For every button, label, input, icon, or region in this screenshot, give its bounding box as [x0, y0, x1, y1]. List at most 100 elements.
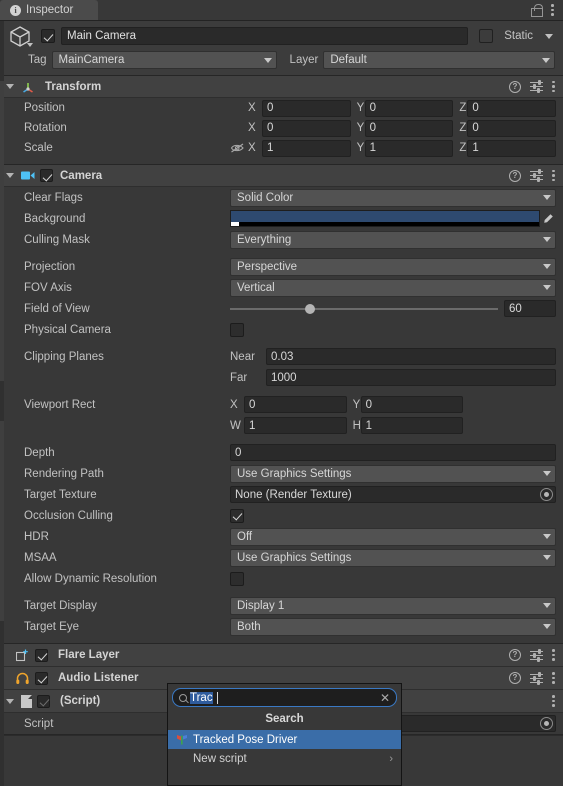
kebab-menu-icon[interactable] [552, 80, 555, 93]
rotation-x-input[interactable]: 0 [262, 119, 351, 137]
transform-header[interactable]: Transform ? [0, 76, 563, 98]
scale-z-input[interactable]: 1 [467, 139, 557, 157]
msaa-dropdown[interactable]: Use Graphics Settings [230, 548, 556, 567]
tab-bar-actions [531, 0, 563, 20]
viewport-h-input[interactable]: 1 [360, 417, 464, 434]
occlusion-culling-checkbox[interactable] [230, 508, 244, 523]
position-z-input[interactable]: 0 [467, 99, 557, 117]
flare-layer-enabled-checkbox[interactable] [35, 648, 48, 662]
projection-dropdown[interactable]: Perspective [230, 257, 556, 276]
target-display-dropdown[interactable]: Display 1 [230, 596, 556, 615]
viewport-x-input[interactable]: 0 [244, 396, 347, 413]
position-label: Position [24, 102, 65, 114]
gameobject-name-input[interactable]: Main Camera [61, 27, 469, 45]
search-result-tracked-pose-driver[interactable]: Tracked Pose Driver [168, 730, 401, 749]
culling-mask-label: Culling Mask [24, 233, 90, 246]
row-occlusion-culling: Occlusion Culling [0, 505, 563, 526]
fov-axis-dropdown[interactable]: Vertical [230, 278, 556, 297]
viewport-y-input[interactable]: 0 [360, 396, 464, 413]
static-dropdown-chevron-icon[interactable] [545, 33, 553, 39]
lock-icon[interactable] [531, 3, 543, 17]
foldout-arrow-icon[interactable] [6, 173, 14, 178]
culling-mask-value: Everything [237, 233, 292, 246]
search-result-new-script[interactable]: New script › [168, 749, 401, 768]
eye-off-icon[interactable] [230, 142, 246, 154]
layer-value: Default [330, 54, 367, 66]
clear-flags-dropdown[interactable]: Solid Color [230, 188, 556, 207]
physical-camera-checkbox[interactable] [230, 322, 244, 337]
gameobject-enabled-checkbox[interactable] [41, 29, 55, 43]
object-picker-icon[interactable] [540, 488, 553, 501]
scale-y-input[interactable]: 1 [364, 139, 454, 157]
kebab-menu-icon[interactable] [552, 649, 555, 661]
kebab-menu-icon[interactable] [552, 695, 555, 707]
axis-z-label: Z [459, 142, 467, 154]
preset-settings-icon[interactable] [530, 169, 543, 182]
foldout-arrow-icon[interactable] [6, 84, 14, 89]
row-depth: Depth 0 [0, 442, 563, 463]
kebab-menu-icon[interactable] [552, 169, 555, 182]
scale-x-input[interactable]: 1 [262, 139, 351, 157]
cube-icon[interactable] [8, 25, 34, 47]
component-flare-layer[interactable]: Flare Layer ? [0, 644, 563, 667]
close-icon[interactable]: ✕ [380, 692, 390, 704]
kebab-menu-icon[interactable] [551, 4, 554, 16]
allow-dynamic-resolution-checkbox[interactable] [230, 571, 244, 586]
field-of-view-input[interactable]: 60 [504, 300, 556, 317]
viewport-x-label: X [230, 398, 238, 411]
foldout-arrow-icon[interactable] [6, 698, 14, 704]
chevron-down-icon [543, 555, 551, 560]
script-enabled-checkbox[interactable] [37, 694, 50, 708]
rotation-label: Rotation [24, 122, 67, 134]
row-field-of-view: Field of View 60 [0, 298, 563, 319]
background-color-swatch[interactable] [230, 210, 540, 227]
help-icon[interactable]: ? [509, 80, 521, 93]
search-input[interactable]: Trac ✕ [172, 688, 397, 707]
kebab-menu-icon[interactable] [552, 672, 555, 684]
field-of-view-slider[interactable] [230, 300, 498, 317]
target-display-value: Display 1 [237, 599, 285, 612]
culling-mask-dropdown[interactable]: Everything [230, 230, 556, 249]
inspector-window: i Inspector Main Camera Static Tag MainC… [0, 0, 563, 786]
row-hdr: HDR Off [0, 526, 563, 547]
slider-handle[interactable] [305, 304, 316, 314]
preset-settings-icon[interactable] [530, 648, 543, 662]
camera-icon [21, 171, 35, 180]
help-icon[interactable]: ? [509, 672, 521, 684]
preset-settings-icon[interactable] [530, 80, 543, 93]
rotation-y-input[interactable]: 0 [364, 119, 454, 137]
axis-y-label: Y [356, 122, 365, 134]
chevron-right-icon: › [389, 752, 393, 765]
position-y-input[interactable]: 0 [364, 99, 454, 117]
row-culling-mask: Culling Mask Everything [0, 229, 563, 250]
search-result-label: Tracked Pose Driver [193, 733, 298, 746]
viewport-w-input[interactable]: 1 [244, 417, 347, 434]
clipping-far-input[interactable]: 1000 [266, 369, 556, 386]
transform-axis-icon [23, 82, 33, 93]
depth-input[interactable]: 0 [230, 444, 556, 461]
tab-inspector[interactable]: i Inspector [0, 0, 98, 20]
rendering-path-value: Use Graphics Settings [237, 467, 352, 480]
row-rendering-path: Rendering Path Use Graphics Settings [0, 463, 563, 484]
camera-enabled-checkbox[interactable] [40, 169, 53, 182]
help-icon[interactable]: ? [509, 649, 521, 661]
tag-dropdown[interactable]: MainCamera [51, 51, 277, 69]
rotation-z-input[interactable]: 0 [467, 119, 557, 137]
hdr-dropdown[interactable]: Off [230, 527, 556, 546]
static-checkbox[interactable] [479, 29, 494, 43]
object-picker-icon[interactable] [540, 717, 553, 730]
gameobject-header: Main Camera Static Tag MainCamera Layer … [0, 21, 563, 76]
clipping-near-input[interactable]: 0.03 [266, 348, 556, 365]
camera-header[interactable]: Camera ? [0, 165, 563, 187]
target-texture-object-field[interactable]: None (Render Texture) [230, 486, 556, 503]
eyedropper-icon[interactable] [540, 213, 556, 225]
rendering-path-dropdown[interactable]: Use Graphics Settings [230, 464, 556, 483]
position-x-input[interactable]: 0 [262, 99, 351, 117]
audio-listener-enabled-checkbox[interactable] [35, 671, 48, 685]
row-clear-flags: Clear Flags Solid Color [0, 187, 563, 208]
field-of-view-label: Field of View [24, 302, 90, 315]
help-icon[interactable]: ? [509, 169, 521, 182]
layer-dropdown[interactable]: Default [323, 51, 555, 69]
preset-settings-icon[interactable] [530, 671, 543, 685]
target-eye-dropdown[interactable]: Both [230, 617, 556, 636]
